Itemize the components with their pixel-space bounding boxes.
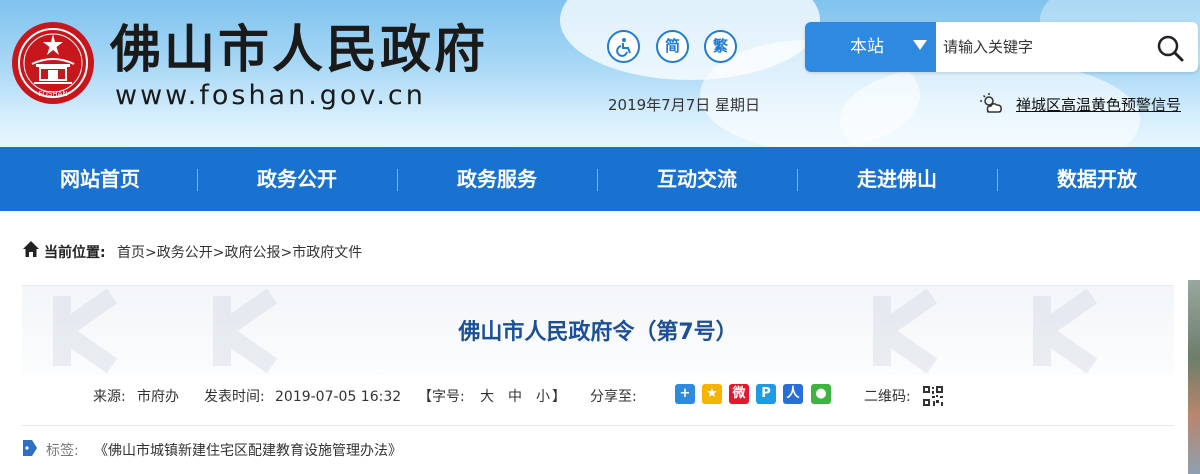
search-scope-label: 本站: [850, 37, 884, 57]
meta-divider: [22, 425, 1174, 426]
share-weibo-icon[interactable]: 微: [729, 384, 749, 404]
source-value: 市府办: [137, 389, 179, 405]
breadcrumb-item-city-documents[interactable]: 市政府文件: [292, 245, 362, 261]
font-size-large-link[interactable]: 大: [480, 387, 494, 407]
nav-item-home[interactable]: 网站首页: [0, 147, 200, 211]
published-value: 2019-07-05 16:32: [275, 389, 402, 405]
caret-down-icon: [913, 40, 927, 50]
foshan-emblem-logo[interactable]: FOSHAN: [10, 20, 96, 106]
site-title[interactable]: 佛山市人民政府: [110, 21, 488, 81]
breadcrumb-separator: >: [212, 245, 225, 261]
article-title: 佛山市人民政府令（第7号）: [458, 320, 738, 345]
breadcrumb-item-home[interactable]: 首页: [117, 245, 145, 261]
share-renren-icon[interactable]: 人: [783, 384, 803, 404]
tag-icon: [23, 440, 37, 456]
svg-text:FOSHAN: FOSHAN: [38, 90, 67, 98]
nav-item-open-data[interactable]: 数据开放: [997, 147, 1197, 211]
breadcrumb-separator: >: [280, 245, 293, 261]
search-bar: 本站: [805, 22, 1198, 72]
current-date: 2019年7月7日 星期日: [608, 96, 761, 114]
font-size-small-link[interactable]: 小: [536, 387, 550, 407]
share-more-icon[interactable]: +: [675, 384, 695, 404]
weather-alert-link[interactable]: 禅城区高温黄色预警信号: [1016, 94, 1181, 115]
nav-item-gov-affairs[interactable]: 政务公开: [197, 147, 397, 211]
tag-link[interactable]: 《佛山市城镇新建住宅区配建教育设施管理办法》: [94, 440, 402, 460]
search-scope-dropdown[interactable]: 本站: [805, 22, 936, 72]
traditional-chinese-button[interactable]: 繁: [704, 30, 737, 63]
site-url[interactable]: www.foshan.gov.cn: [115, 80, 426, 112]
nav-item-about-foshan[interactable]: 走进佛山: [797, 147, 997, 211]
qr-code-label: 二维码:: [864, 389, 911, 405]
main-nav: 网站首页 政务公开 政务服务 互动交流 走进佛山 数据开放: [0, 147, 1200, 211]
share-qzone-icon[interactable]: ★: [702, 384, 722, 404]
wheelchair-icon: [615, 38, 631, 57]
simplified-chinese-button[interactable]: 简: [656, 30, 689, 63]
breadcrumb-separator: >: [145, 245, 157, 261]
accessibility-button[interactable]: [607, 30, 640, 63]
breadcrumb-item-gov-gazette[interactable]: 政府公报: [224, 245, 280, 261]
published-label: 发表时间:: [204, 389, 265, 405]
font-size-label: 【字号:: [418, 389, 465, 405]
breadcrumb-label: 当前位置:: [44, 245, 106, 261]
tags-label: 标签:: [46, 443, 79, 459]
home-icon: [23, 241, 39, 257]
breadcrumb-links: 首页>政务公开>政府公报>市政府文件: [117, 242, 362, 262]
article-title-box: 佛山市人民政府令（第7号）: [22, 285, 1174, 375]
share-label: 分享至:: [590, 389, 637, 405]
font-size-close: 】: [552, 389, 566, 405]
search-icon[interactable]: [1155, 33, 1185, 63]
qr-code-icon[interactable]: [922, 385, 944, 407]
share-wechat-icon[interactable]: ●: [811, 384, 831, 404]
breadcrumb-item-gov-affairs[interactable]: 政务公开: [157, 245, 213, 261]
share-tencent-weibo-icon[interactable]: P: [756, 384, 776, 404]
source-label: 来源:: [93, 389, 126, 405]
font-size-medium-link[interactable]: 中: [508, 387, 522, 407]
nav-item-interaction[interactable]: 互动交流: [597, 147, 797, 211]
site-header: FOSHAN 佛山市人民政府 www.foshan.gov.cn 简 繁 201…: [0, 0, 1200, 147]
weather-cloud-icon: [980, 93, 1002, 113]
search-input[interactable]: [943, 34, 1143, 60]
nav-item-gov-services[interactable]: 政务服务: [397, 147, 597, 211]
right-edge-image: [1188, 280, 1200, 474]
